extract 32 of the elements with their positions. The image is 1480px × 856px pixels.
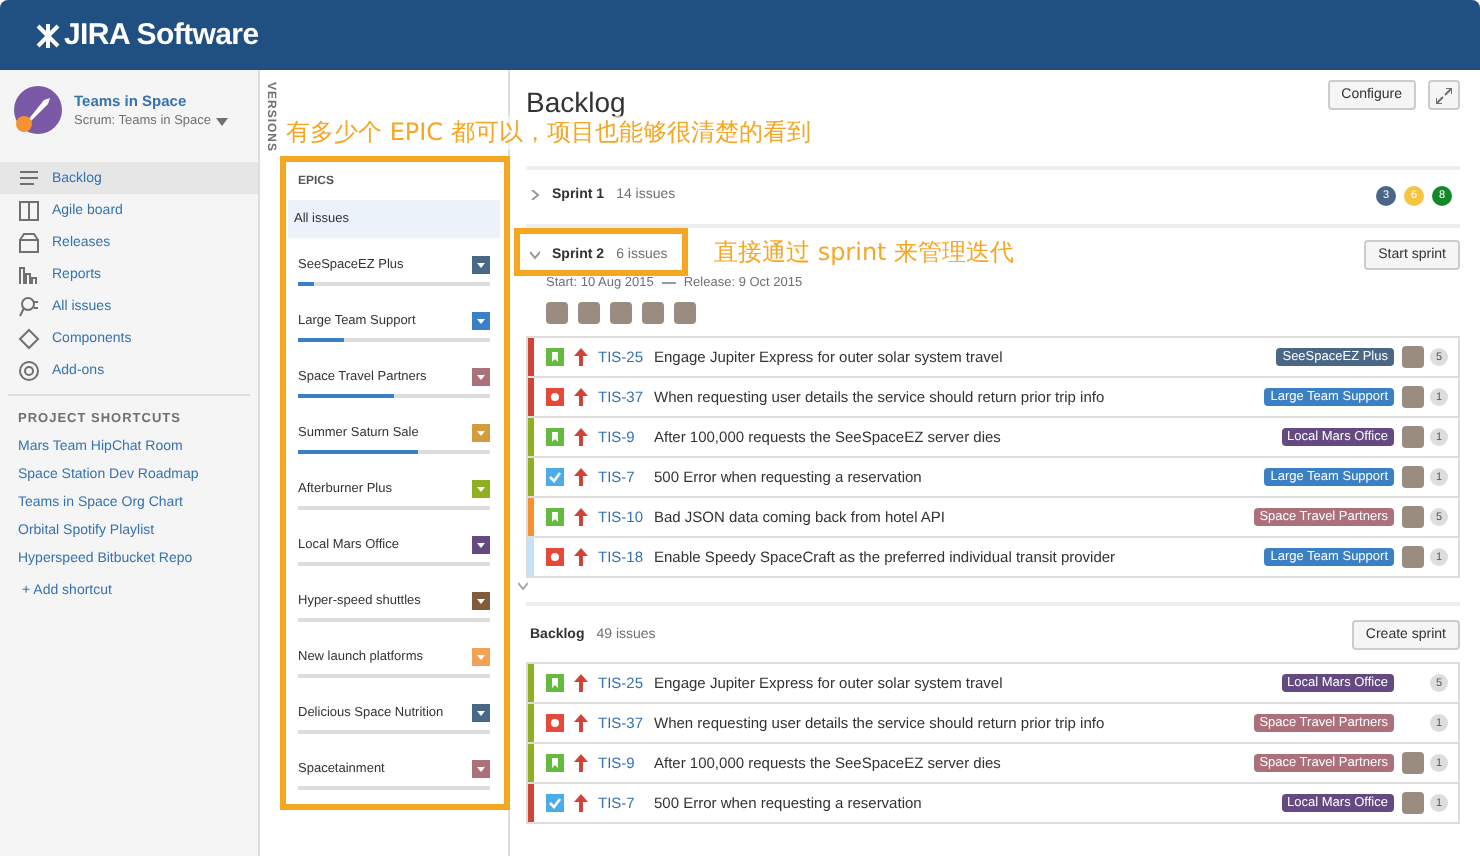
arrow-up-icon xyxy=(574,714,588,732)
addons-icon xyxy=(18,359,40,381)
arrow-up-icon xyxy=(574,468,588,486)
components-icon xyxy=(18,327,40,349)
arrow-up-icon xyxy=(574,428,588,446)
chevron-down-icon xyxy=(518,582,528,590)
arrow-up-icon xyxy=(574,388,588,406)
logo-icon xyxy=(36,23,60,47)
avatar-placeholder xyxy=(610,302,632,324)
arrow-up-icon xyxy=(574,548,588,566)
arrow-up-icon xyxy=(574,348,588,366)
caret-icon xyxy=(215,117,228,125)
avatar-placeholder xyxy=(578,302,600,324)
arrow-up-icon xyxy=(574,508,588,526)
avatar-placeholder xyxy=(642,302,664,324)
avatar-placeholder xyxy=(546,302,568,324)
page-title: Backlog xyxy=(526,86,626,118)
annotation-text: 有多少个 EPIC 都可以，项目也能够很清楚的看到 xyxy=(286,116,811,150)
project-avatar-icon xyxy=(14,86,62,134)
arrow-up-icon xyxy=(574,674,588,692)
app-logo: JIRA Software xyxy=(64,18,259,52)
expand-icon xyxy=(1436,87,1452,103)
backlog-icon xyxy=(18,167,40,189)
releases-icon xyxy=(18,231,40,253)
issues-icon xyxy=(18,295,40,317)
board-icon xyxy=(18,199,40,221)
expand-button[interactable] xyxy=(1428,80,1460,110)
avatar-placeholder xyxy=(674,302,696,324)
arrow-up-icon xyxy=(574,794,588,812)
arrow-up-icon xyxy=(574,754,588,772)
reports-icon xyxy=(18,263,40,285)
annotation-text: 直接通过 sprint 来管理迭代 xyxy=(714,236,1015,270)
